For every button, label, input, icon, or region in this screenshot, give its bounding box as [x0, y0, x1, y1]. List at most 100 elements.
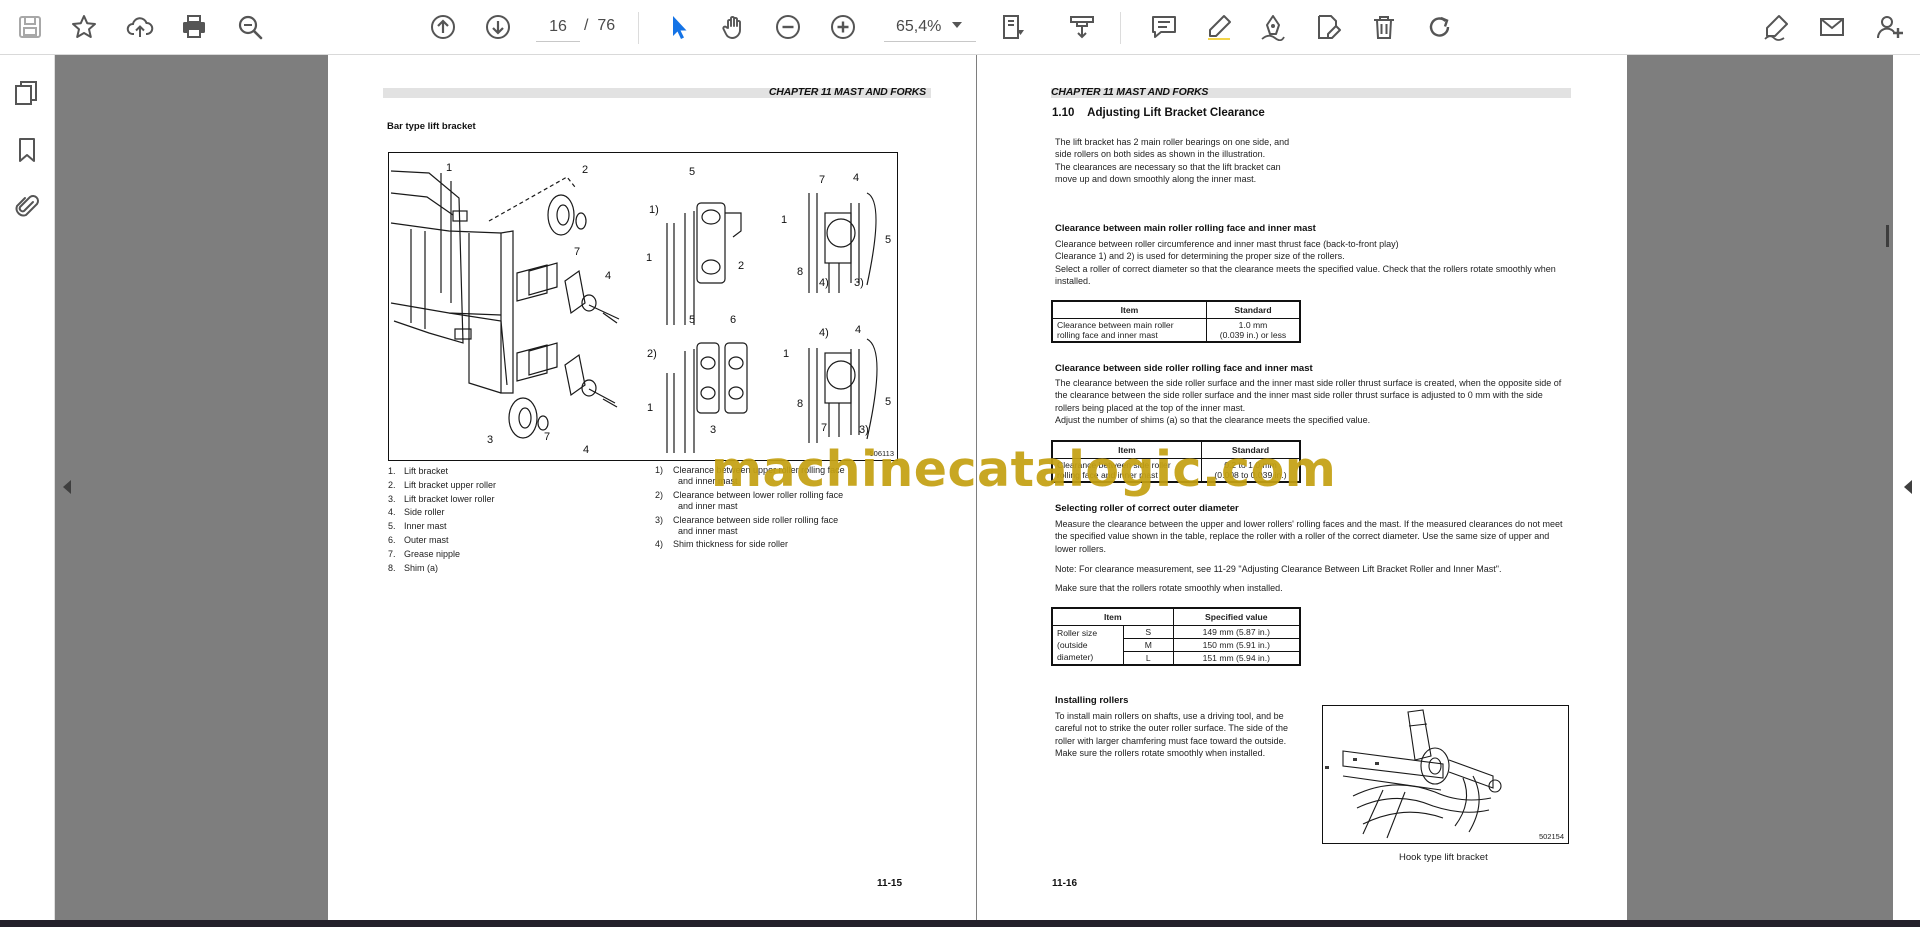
legend-number: 1.	[388, 466, 396, 476]
svg-text:7: 7	[819, 174, 825, 186]
text-line: The clearance between the side roller su…	[1055, 378, 1562, 388]
trash-icon[interactable]	[1366, 9, 1402, 45]
upload-cloud-icon[interactable]	[122, 9, 158, 45]
table-header: Item	[1051, 607, 1174, 626]
zoom-in-icon[interactable]	[825, 9, 861, 45]
outer-diameter-paragraph: Measure the clearance between the upper …	[1055, 518, 1563, 555]
svg-text:5: 5	[689, 314, 695, 326]
text-line: The clearances are necessary so that the…	[1055, 161, 1281, 172]
legend-text: Outer mast	[404, 534, 449, 545]
text-line: side rollers on both sides as shown in t…	[1055, 149, 1266, 160]
text-line: the clearance between the side roller su…	[1055, 390, 1543, 401]
toolbar-divider	[638, 12, 639, 44]
side-roller-paragraph: The clearance between the side roller su…	[1055, 377, 1561, 427]
scroll-mode-icon[interactable]	[1064, 9, 1100, 45]
legend-text: Lift bracket upper roller	[404, 479, 497, 490]
chapter-header: CHAPTER 11 MAST AND FORKS	[768, 86, 926, 98]
legend-text: Clearance between side roller rolling fa…	[673, 514, 839, 525]
zoom-search-icon[interactable]	[232, 9, 268, 45]
cell-line: (0.039 in.) or less	[1219, 330, 1287, 340]
highlight-pen-icon[interactable]	[1201, 9, 1237, 45]
chevron-down-icon[interactable]	[952, 22, 962, 28]
legend-number: 6.	[388, 534, 396, 545]
svg-text:1: 1	[781, 214, 787, 226]
cell-line: 1.0 mm	[1238, 320, 1268, 330]
table-cell: 151 mm (5.94 in.)	[1172, 651, 1301, 666]
legend-number: 1)	[655, 465, 664, 475]
expand-right-panel-icon[interactable]	[1904, 480, 1912, 494]
text-line: Measure the clearance between the upper …	[1055, 519, 1563, 529]
svg-text:4: 4	[583, 444, 589, 456]
svg-text:5: 5	[885, 234, 891, 246]
table-cell: 1.0 mm (0.039 in.) or less	[1206, 318, 1301, 343]
main-roller-table: Item Standard Clearance between main roll…	[1051, 300, 1301, 343]
sign-icon[interactable]	[1758, 9, 1794, 45]
text-line: careful not to strike the outer roller s…	[1055, 723, 1288, 734]
hand-tool-icon[interactable]	[716, 9, 752, 45]
svg-text:3): 3)	[859, 424, 869, 436]
text-line: Adjust the number of shims (a) so that t…	[1055, 415, 1371, 426]
legend-number: 3.	[388, 493, 396, 504]
watermark-text: machinecatalogic.com	[711, 441, 1337, 498]
legend-text: Grease nipple	[404, 548, 461, 559]
page-number-input[interactable]	[536, 12, 580, 42]
table-cell: M	[1123, 638, 1174, 652]
bookmark-star-icon[interactable]	[66, 9, 102, 45]
page-thumbnails-icon[interactable]	[10, 76, 44, 110]
redo-icon[interactable]	[1422, 9, 1458, 45]
figure-id: 502154	[1538, 832, 1564, 841]
svg-text:5: 5	[885, 396, 891, 408]
cell-line: Roller size	[1057, 628, 1098, 638]
svg-text:8: 8	[797, 398, 803, 410]
text-line: rollers being placed at the top of the i…	[1055, 402, 1246, 413]
total-pages: 76	[597, 17, 616, 34]
legend-item: 4) Shim thickness for side roller	[655, 539, 845, 550]
page-down-icon[interactable]	[480, 9, 516, 45]
scrollbar-thumb[interactable]	[1886, 225, 1889, 247]
svg-text:5: 5	[689, 166, 695, 178]
lift-bracket-diagram: 1 2 3 4 7 4 7 5 1) 1 2 5 6 2) 1 3 7 4 1 …	[390, 162, 891, 456]
table-header: Standard	[1206, 300, 1301, 319]
left-navigation-rail	[0, 55, 55, 920]
chapter-header: CHAPTER 11 MAST AND FORKS	[1051, 86, 1209, 98]
email-icon[interactable]	[1814, 9, 1850, 45]
print-icon[interactable]	[176, 9, 212, 45]
text-line: installed.	[1055, 276, 1091, 287]
svg-text:4: 4	[855, 324, 861, 336]
page-total: / 76	[584, 17, 615, 35]
legend-number: 5.	[388, 521, 396, 532]
legend-item: 7. Grease nipple	[388, 548, 496, 562]
section-number: 1.10	[1052, 107, 1075, 119]
legend-text: Shim thickness for side roller	[673, 539, 789, 550]
text-line: Clearance between roller circumference a…	[1055, 239, 1399, 249]
page-fit-icon[interactable]	[996, 9, 1032, 45]
legend-text: Lift bracket lower roller	[404, 493, 495, 504]
attachment-icon[interactable]	[10, 189, 44, 223]
cell-line: rolling face and inner mast	[1057, 330, 1158, 340]
save-icon[interactable]	[12, 9, 48, 45]
svg-text:2: 2	[738, 260, 744, 272]
select-cursor-icon[interactable]	[661, 9, 697, 45]
zoom-level-field[interactable]: 65,4%	[884, 12, 976, 42]
legend-number: 7.	[388, 548, 396, 559]
draw-icon[interactable]	[1255, 9, 1291, 45]
legend-number: 2.	[388, 479, 396, 490]
zoom-out-icon[interactable]	[770, 9, 806, 45]
table-cell: 149 mm (5.87 in.)	[1172, 625, 1301, 639]
text-line: roller with larger chamfering must face …	[1055, 735, 1287, 746]
collapse-left-panel-icon[interactable]	[63, 480, 71, 494]
comment-icon[interactable]	[1146, 9, 1182, 45]
svg-text:1: 1	[647, 402, 653, 414]
add-user-icon[interactable]	[1872, 9, 1908, 45]
legend-item: 4. Side roller	[388, 506, 496, 520]
page-up-icon[interactable]	[425, 9, 461, 45]
svg-text:3: 3	[487, 434, 493, 446]
hook-bracket-illustration	[1325, 709, 1502, 839]
edit-stamp-icon[interactable]	[1310, 9, 1346, 45]
installing-paragraph: To install main rollers on shafts, use a…	[1055, 710, 1288, 760]
check-line: Make sure that the rollers rotate smooth…	[1055, 583, 1283, 593]
svg-text:2): 2)	[647, 348, 657, 360]
table-row: Roller size (outside diameter) S 149 mm (5…	[1051, 625, 1301, 666]
svg-text:7: 7	[544, 431, 550, 443]
bookmark-icon[interactable]	[10, 133, 44, 167]
